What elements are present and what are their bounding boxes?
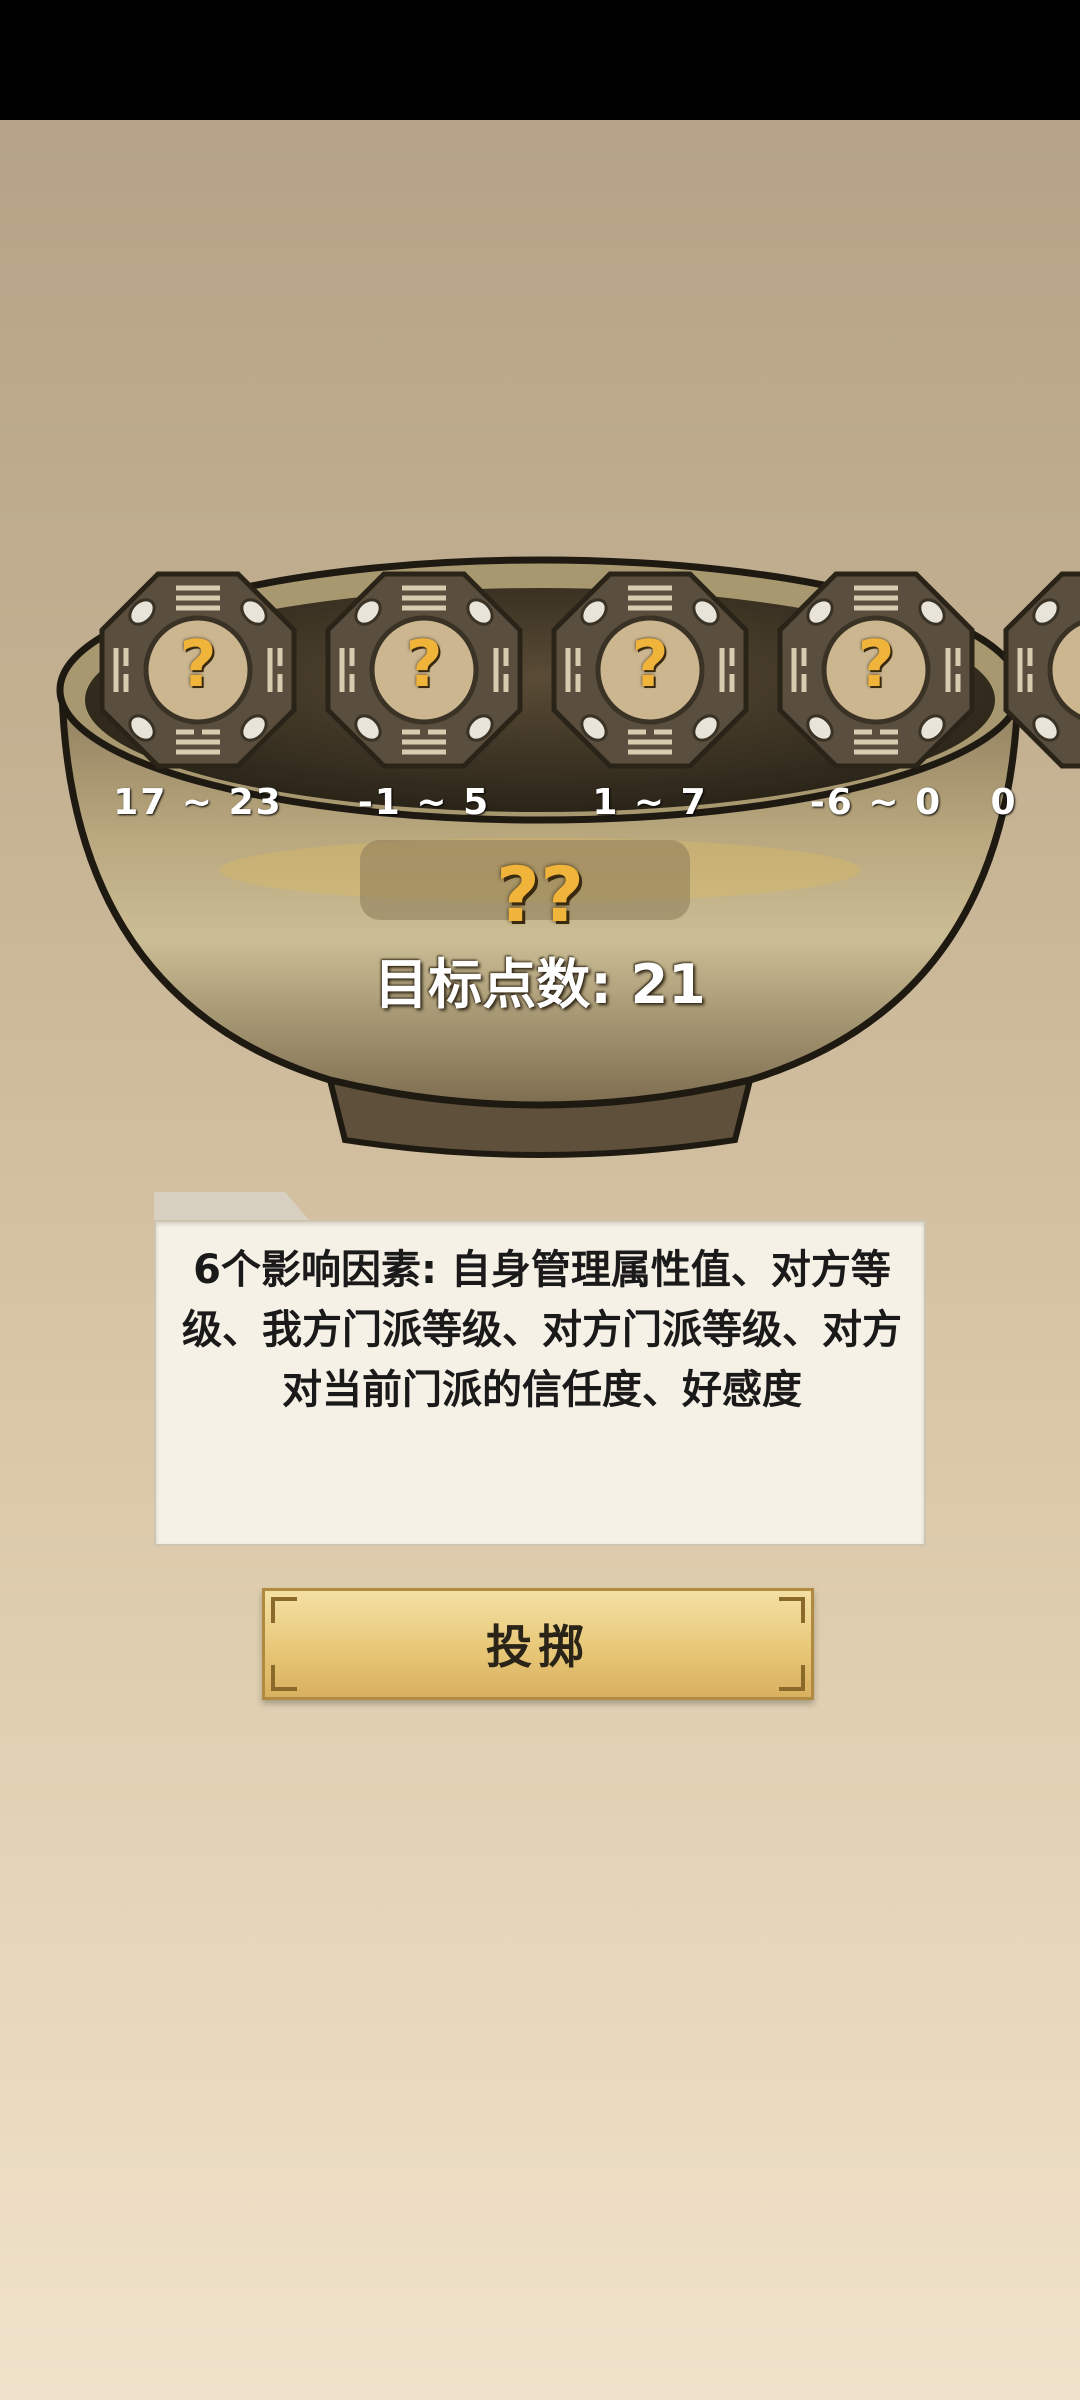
die-range: 1 ~ 7 [592,782,708,823]
die-face: ? [631,628,669,702]
bagua-die: ? -6 ~ 0 [776,570,976,823]
die-range: 17 ~ 23 [113,782,283,823]
bagua-icon [1003,571,1080,769]
status-bar [0,0,1080,120]
die-face: ? [405,628,443,702]
bagua-die: ? 17 ~ 23 [98,570,298,823]
die-range: 0 [990,782,1018,823]
bagua-die: ? 1 ~ 7 [550,570,750,823]
factors-note: 6个影响因素: 自身管理属性值、对方等级、我方门派等级、对方门派等级、对方对当前… [154,1220,926,1546]
die-face: ? [857,628,895,702]
throw-button-label: 投掷 [486,1620,590,1674]
dice-row: ? 17 ~ 23 ? -1 ~ 5 ? 1 ~ 7 ? -6 ~ 0 0 [0,560,1080,840]
bagua-die: ? -1 ~ 5 [324,570,524,823]
factors-text: 6个影响因素: 自身管理属性值、对方等级、我方门派等级、对方门派等级、对方对当前… [182,1247,902,1413]
die-range: -1 ~ 5 [357,782,491,823]
result-placeholder: ?? [495,850,585,939]
target-points: 目标点数: 21 [374,953,706,1016]
throw-button[interactable]: 投掷 [262,1588,814,1700]
die-face: ? [179,628,217,702]
bagua-die: 0 [990,570,1080,823]
